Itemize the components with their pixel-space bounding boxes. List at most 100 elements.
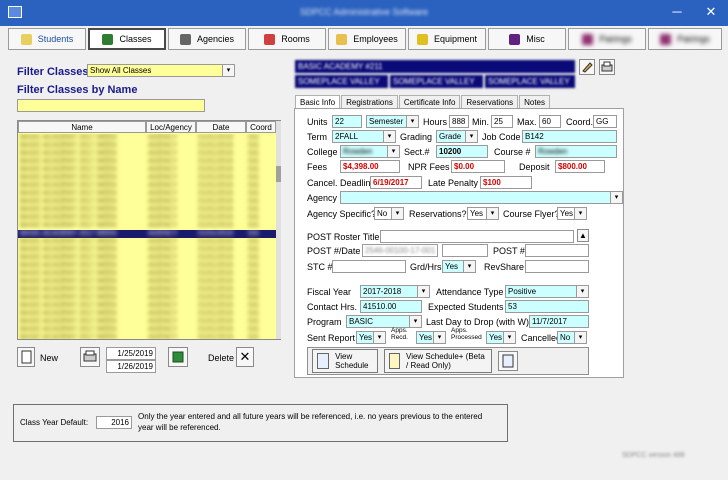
class-loc-field-1[interactable]: SOMEPLACE VALLEY: [295, 75, 388, 88]
agency-specific-select[interactable]: No ▾: [374, 207, 404, 220]
expected-students-input[interactable]: 53: [505, 300, 589, 313]
nav-rooms-button[interactable]: Rooms: [248, 28, 326, 50]
print-list-button[interactable]: [80, 347, 100, 367]
chevron-down-icon[interactable]: ▾: [391, 208, 403, 219]
schedule-report-button[interactable]: [498, 351, 518, 371]
last-day-drop-input[interactable]: 11/7/2017: [529, 315, 589, 328]
sect-input[interactable]: 10200: [436, 145, 488, 158]
chevron-down-icon[interactable]: ▾: [503, 332, 515, 343]
nav-pairings-2-button[interactable]: Pairings: [648, 28, 722, 50]
nav-employees-button[interactable]: Employees: [328, 28, 406, 50]
table-row[interactable]: BASIC ACADEMY 2017 WEEK AGENCY 01/01/2019 G…: [18, 134, 276, 142]
chevron-down-icon[interactable]: ▾: [406, 116, 418, 127]
print-button[interactable]: [599, 59, 615, 75]
reservations-select[interactable]: Yes ▾: [467, 207, 499, 220]
npr-fees-input[interactable]: $0.00: [451, 160, 505, 173]
column-header-date[interactable]: Date: [196, 121, 246, 133]
filter-select[interactable]: Show All Classes ▾: [87, 64, 235, 77]
post-roster-title-input[interactable]: [380, 230, 574, 243]
class-loc-field-2[interactable]: SOMEPLACE VALLEY: [390, 75, 483, 88]
chevron-down-icon[interactable]: ▾: [417, 286, 429, 297]
chevron-down-icon[interactable]: ▾: [222, 65, 234, 76]
min-input[interactable]: 25: [491, 115, 513, 128]
go-button[interactable]: [168, 347, 188, 367]
apps-processed-select[interactable]: Yes ▾: [486, 331, 516, 344]
column-header-coord[interactable]: Coord: [246, 121, 276, 133]
table-row[interactable]: BASIC ACADEMY 2017 WEEK AGENCY 01/01/2019 G…: [18, 318, 276, 326]
tab-certificate-info[interactable]: Certificate Info: [398, 95, 461, 109]
table-row[interactable]: BASIC ACADEMY 2017 WEEK AGENCY 01/01/2019 G…: [18, 142, 276, 150]
post-date-input[interactable]: 2546-00100-17-001: [362, 244, 438, 257]
view-schedule-button[interactable]: View Schedule: [312, 349, 378, 373]
tab-reservations[interactable]: Reservations: [461, 95, 519, 109]
column-header-name[interactable]: Name: [18, 121, 146, 133]
filter-name-input[interactable]: [17, 99, 205, 112]
table-row[interactable]: BASIC ACADEMY 2017 WEEK AGENCY 01/01/2019 G…: [18, 182, 276, 190]
nav-misc-button[interactable]: Misc: [488, 28, 566, 50]
table-row[interactable]: BASIC ACADEMY 2017 WEEK AGENCY 01/01/2019 G…: [18, 262, 276, 270]
late-penalty-input[interactable]: $100: [480, 176, 532, 189]
table-row[interactable]: BASIC ACADEMY 2017 WEEK AGENCY 01/01/2019 G…: [18, 246, 276, 254]
sent-report-select[interactable]: Yes ▾: [356, 331, 386, 344]
max-input[interactable]: 60: [539, 115, 561, 128]
table-row[interactable]: BASIC ACADEMY 2017 WEEK AGENCY 01/01/2019 G…: [18, 270, 276, 278]
tab-registrations[interactable]: Registrations: [341, 95, 398, 109]
attendance-type-select[interactable]: Positive ▾: [505, 285, 589, 298]
fees-input[interactable]: $4,398.00: [340, 160, 400, 173]
edit-button[interactable]: [579, 59, 595, 75]
chevron-down-icon[interactable]: ▾: [576, 286, 588, 297]
post-num-input[interactable]: [525, 244, 589, 257]
close-button[interactable]: ✕: [694, 0, 728, 26]
units-type-select[interactable]: Semester ▾: [366, 115, 419, 128]
term-select[interactable]: 2FALL ▾: [332, 130, 396, 143]
table-row[interactable]: BASIC ACADEMY 2017 WEEK AGENCY 01/01/2019 G…: [18, 334, 276, 339]
table-row[interactable]: BASIC ACADEMY 2017 WEEK AGENCY 01/01/2019 G…: [18, 150, 276, 158]
table-row[interactable]: BASIC ACADEMY 2017 WEEK AGENCY 01/01/2019 G…: [18, 254, 276, 262]
chevron-down-icon[interactable]: ▾: [463, 261, 475, 272]
cancel-deadline-input[interactable]: 6/19/2017: [370, 176, 422, 189]
post-roster-up-button[interactable]: ▲: [577, 229, 589, 242]
nav-students-button[interactable]: Students: [8, 28, 86, 50]
class-loc-field-3[interactable]: SOMEPLACE VALLEY: [485, 75, 575, 88]
grid-scrollbar[interactable]: [276, 121, 281, 339]
cancelled-select[interactable]: No ▾: [557, 331, 587, 344]
table-row[interactable]: BASIC ACADEMY 2017 WEEK AGENCY 01/01/2019 G…: [18, 158, 276, 166]
chevron-down-icon[interactable]: ▾: [465, 131, 477, 142]
table-row[interactable]: BASIC ACADEMY 2017 WEEK AGENCY 01/01/2019 G…: [18, 222, 276, 230]
contact-hrs-input[interactable]: 41510.00: [360, 300, 422, 313]
chevron-down-icon[interactable]: ▾: [383, 131, 395, 142]
table-row[interactable]: BASIC ACADEMY 2017 WEEK AGENCY 01/01/2019 G…: [18, 278, 276, 286]
chevron-down-icon[interactable]: ▾: [433, 332, 445, 343]
course-flyer-select[interactable]: Yes ▾: [557, 207, 587, 220]
table-row[interactable]: BASIC ACADEMY 2017 WEEK AGENCY 01/01/2019 G…: [18, 302, 276, 310]
class-year-input[interactable]: 2016: [96, 416, 132, 429]
column-header-loc[interactable]: Loc/Agency: [146, 121, 196, 133]
table-row[interactable]: BASIC ACADEMY 2017 WEEK AGENCY 01/01/2019 G…: [18, 310, 276, 318]
chevron-down-icon[interactable]: ▾: [574, 332, 586, 343]
minimize-button[interactable]: ─: [660, 0, 694, 26]
chevron-down-icon[interactable]: ▾: [610, 192, 622, 203]
fiscal-year-select[interactable]: 2017-2018 ▾: [360, 285, 430, 298]
table-row[interactable]: BASIC ACADEMY 2017 WEEK AGENCY 01/01/2019 G…: [18, 166, 276, 174]
grading-select[interactable]: Grade ▾: [436, 130, 478, 143]
nav-equipment-button[interactable]: Equipment: [408, 28, 486, 50]
college-select[interactable]: Rowden ▾: [340, 145, 400, 158]
nav-classes-button[interactable]: Classes: [88, 28, 166, 50]
table-row[interactable]: BASIC ACADEMY 2017 WEEK AGENCY 01/01/2019 G…: [18, 230, 276, 238]
apps-recd-select[interactable]: Yes ▾: [416, 331, 446, 344]
tab-basic-info[interactable]: Basic Info: [295, 95, 341, 109]
table-row[interactable]: BASIC ACADEMY 2017 WEEK AGENCY 01/01/2019 G…: [18, 190, 276, 198]
deposit-input[interactable]: $800.00: [555, 160, 605, 173]
table-row[interactable]: BASIC ACADEMY 2017 WEEK AGENCY 01/01/2019 G…: [18, 326, 276, 334]
stc-input[interactable]: [332, 260, 406, 273]
post-date-2-input[interactable]: [442, 244, 488, 257]
hours-input[interactable]: 888: [449, 115, 469, 128]
nav-pairings-button[interactable]: Pairings: [568, 28, 646, 50]
delete-button[interactable]: ✕: [236, 347, 254, 367]
job-code-input[interactable]: B142: [522, 130, 617, 143]
table-row[interactable]: BASIC ACADEMY 2017 WEEK AGENCY 01/01/2019 G…: [18, 294, 276, 302]
nav-agencies-button[interactable]: Agencies: [168, 28, 246, 50]
chevron-down-icon[interactable]: ▾: [409, 316, 421, 327]
date-from-input[interactable]: 1/25/2019: [106, 347, 156, 360]
chevron-down-icon[interactable]: ▾: [373, 332, 385, 343]
